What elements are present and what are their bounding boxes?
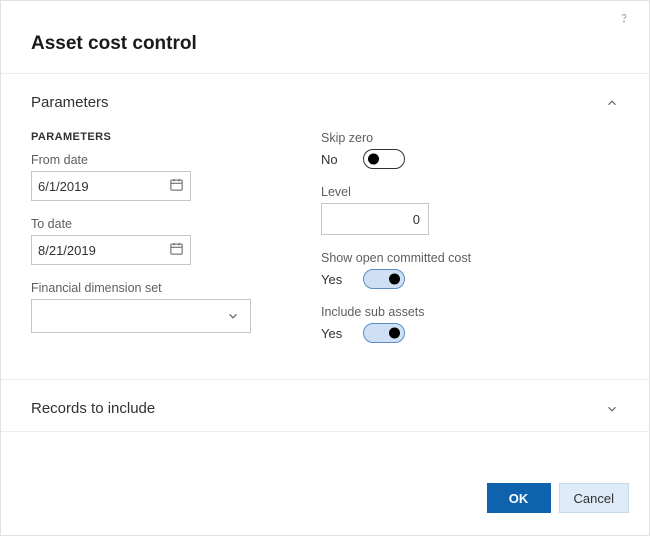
fin-dim-group: Financial dimension set xyxy=(31,281,261,333)
parameters-body: PARAMETERS From date To date xyxy=(1,125,649,379)
level-input-wrapper xyxy=(321,203,429,235)
from-date-label: From date xyxy=(31,153,261,167)
parameters-right-column: Skip zero No Level Show open committed c… xyxy=(321,131,619,359)
include-sub-row: Yes xyxy=(321,323,619,343)
skip-zero-value: No xyxy=(321,152,345,167)
section-header-records[interactable]: Records to include xyxy=(1,380,649,431)
toggle-knob xyxy=(368,154,379,165)
section-title-records: Records to include xyxy=(31,400,155,417)
calendar-icon[interactable] xyxy=(169,177,184,195)
skip-zero-label: Skip zero xyxy=(321,131,619,145)
parameters-left-column: PARAMETERS From date To date xyxy=(31,131,261,359)
help-icon[interactable] xyxy=(617,11,631,30)
show-open-row: Yes xyxy=(321,269,619,289)
chevron-down-icon xyxy=(226,309,240,323)
dialog-footer: OK Cancel xyxy=(1,467,649,535)
parameters-subheading: PARAMETERS xyxy=(31,131,261,143)
to-date-input[interactable] xyxy=(38,243,169,258)
calendar-icon[interactable] xyxy=(169,241,184,259)
show-open-group: Show open committed cost Yes xyxy=(321,251,619,289)
include-sub-toggle[interactable] xyxy=(363,323,405,343)
show-open-toggle[interactable] xyxy=(363,269,405,289)
skip-zero-toggle[interactable] xyxy=(363,149,405,169)
section-header-parameters[interactable]: Parameters xyxy=(1,74,649,125)
toggle-knob xyxy=(389,328,400,339)
include-sub-value: Yes xyxy=(321,326,345,341)
chevron-up-icon xyxy=(605,96,619,110)
level-group: Level xyxy=(321,185,619,235)
section-title-parameters: Parameters xyxy=(31,94,109,111)
dialog-title: Asset cost control xyxy=(1,1,649,73)
skip-zero-row: No xyxy=(321,149,619,169)
include-sub-group: Include sub assets Yes xyxy=(321,305,619,343)
skip-zero-group: Skip zero No xyxy=(321,131,619,169)
to-date-label: To date xyxy=(31,217,261,231)
level-label: Level xyxy=(321,185,619,199)
ok-button[interactable]: OK xyxy=(487,483,551,513)
from-date-group: From date xyxy=(31,153,261,201)
show-open-label: Show open committed cost xyxy=(321,251,619,265)
dialog: Asset cost control Parameters PARAMETERS… xyxy=(0,0,650,536)
include-sub-label: Include sub assets xyxy=(321,305,619,319)
from-date-input[interactable] xyxy=(38,179,169,194)
divider xyxy=(1,431,649,432)
to-date-input-wrapper xyxy=(31,235,191,265)
to-date-group: To date xyxy=(31,217,261,265)
fin-dim-dropdown[interactable] xyxy=(31,299,251,333)
cancel-button[interactable]: Cancel xyxy=(559,483,629,513)
show-open-value: Yes xyxy=(321,272,345,287)
fin-dim-label: Financial dimension set xyxy=(31,281,261,295)
from-date-input-wrapper xyxy=(31,171,191,201)
level-input[interactable] xyxy=(330,212,420,227)
chevron-down-icon xyxy=(605,402,619,416)
toggle-knob xyxy=(389,274,400,285)
